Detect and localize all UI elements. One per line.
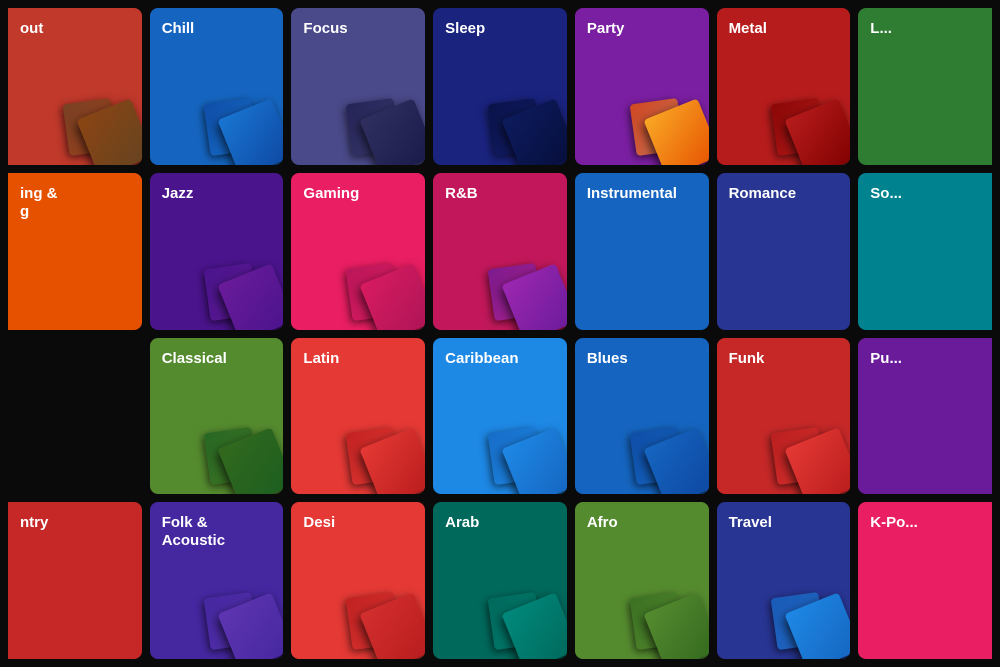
card-desi[interactable]: Desi bbox=[291, 502, 425, 659]
card-label-funk: Funk bbox=[729, 350, 839, 368]
card-metal[interactable]: Metal bbox=[717, 8, 851, 165]
card-label-out: out bbox=[20, 20, 130, 38]
card-so[interactable]: So... bbox=[858, 173, 992, 330]
card-label-chill: Chill bbox=[162, 20, 272, 38]
card-kpo[interactable]: K-Po... bbox=[858, 502, 992, 659]
card-label-ntry: ntry bbox=[20, 514, 130, 532]
card-label-gaming: Gaming bbox=[303, 185, 413, 203]
card-chill[interactable]: Chill bbox=[150, 8, 284, 165]
card-sleep[interactable]: Sleep bbox=[433, 8, 567, 165]
card-le[interactable]: L... bbox=[858, 8, 992, 165]
card-label-latin: Latin bbox=[303, 350, 413, 368]
card-funk[interactable]: Funk bbox=[717, 338, 851, 495]
card-label-folk: Folk & Acoustic bbox=[162, 514, 272, 550]
card-label-party: Party bbox=[587, 20, 697, 38]
card-label-sleep: Sleep bbox=[445, 20, 555, 38]
card-focus[interactable]: Focus bbox=[291, 8, 425, 165]
card-blues[interactable]: Blues bbox=[575, 338, 709, 495]
card-label-classical: Classical bbox=[162, 350, 272, 368]
card-folk[interactable]: Folk & Acoustic bbox=[150, 502, 284, 659]
card-gaming[interactable]: Gaming bbox=[291, 173, 425, 330]
card-arab[interactable]: Arab bbox=[433, 502, 567, 659]
card-label-desi: Desi bbox=[303, 514, 413, 532]
card-label-arab: Arab bbox=[445, 514, 555, 532]
card-ntry[interactable]: ntry bbox=[8, 502, 142, 659]
card-label-afro: Afro bbox=[587, 514, 697, 532]
card-label-travel: Travel bbox=[729, 514, 839, 532]
card-label-caribbean: Caribbean bbox=[445, 350, 555, 368]
card-label-jazz: Jazz bbox=[162, 185, 272, 203]
card-label-instrumental: Instrumental bbox=[587, 185, 697, 203]
card-caribbean[interactable]: Caribbean bbox=[433, 338, 567, 495]
card-label-focus: Focus bbox=[303, 20, 413, 38]
card-rnb[interactable]: R&B bbox=[433, 173, 567, 330]
card-label-blues: Blues bbox=[587, 350, 697, 368]
card-latin[interactable]: Latin bbox=[291, 338, 425, 495]
card-label-so: So... bbox=[870, 185, 980, 203]
browse-grid: out Chill Focus Sleep Party Metal L... ing & g J… bbox=[0, 0, 1000, 667]
card-label-pun: Pu... bbox=[870, 350, 980, 368]
card-pun[interactable]: Pu... bbox=[858, 338, 992, 495]
card-afro[interactable]: Afro bbox=[575, 502, 709, 659]
card-romance[interactable]: Romance bbox=[717, 173, 851, 330]
card-label-le: L... bbox=[870, 20, 980, 38]
card-jazz[interactable]: Jazz bbox=[150, 173, 284, 330]
card-label-metal: Metal bbox=[729, 20, 839, 38]
card-label-ing: ing & g bbox=[20, 185, 130, 221]
card-label-romance: Romance bbox=[729, 185, 839, 203]
card-classical[interactable]: Classical bbox=[150, 338, 284, 495]
card-label-kpo: K-Po... bbox=[870, 514, 980, 532]
card-label-rnb: R&B bbox=[445, 185, 555, 203]
card-ing[interactable]: ing & g bbox=[8, 173, 142, 330]
card-travel[interactable]: Travel bbox=[717, 502, 851, 659]
card-out[interactable]: out bbox=[8, 8, 142, 165]
card-party[interactable]: Party bbox=[575, 8, 709, 165]
card-instrumental[interactable]: Instrumental bbox=[575, 173, 709, 330]
